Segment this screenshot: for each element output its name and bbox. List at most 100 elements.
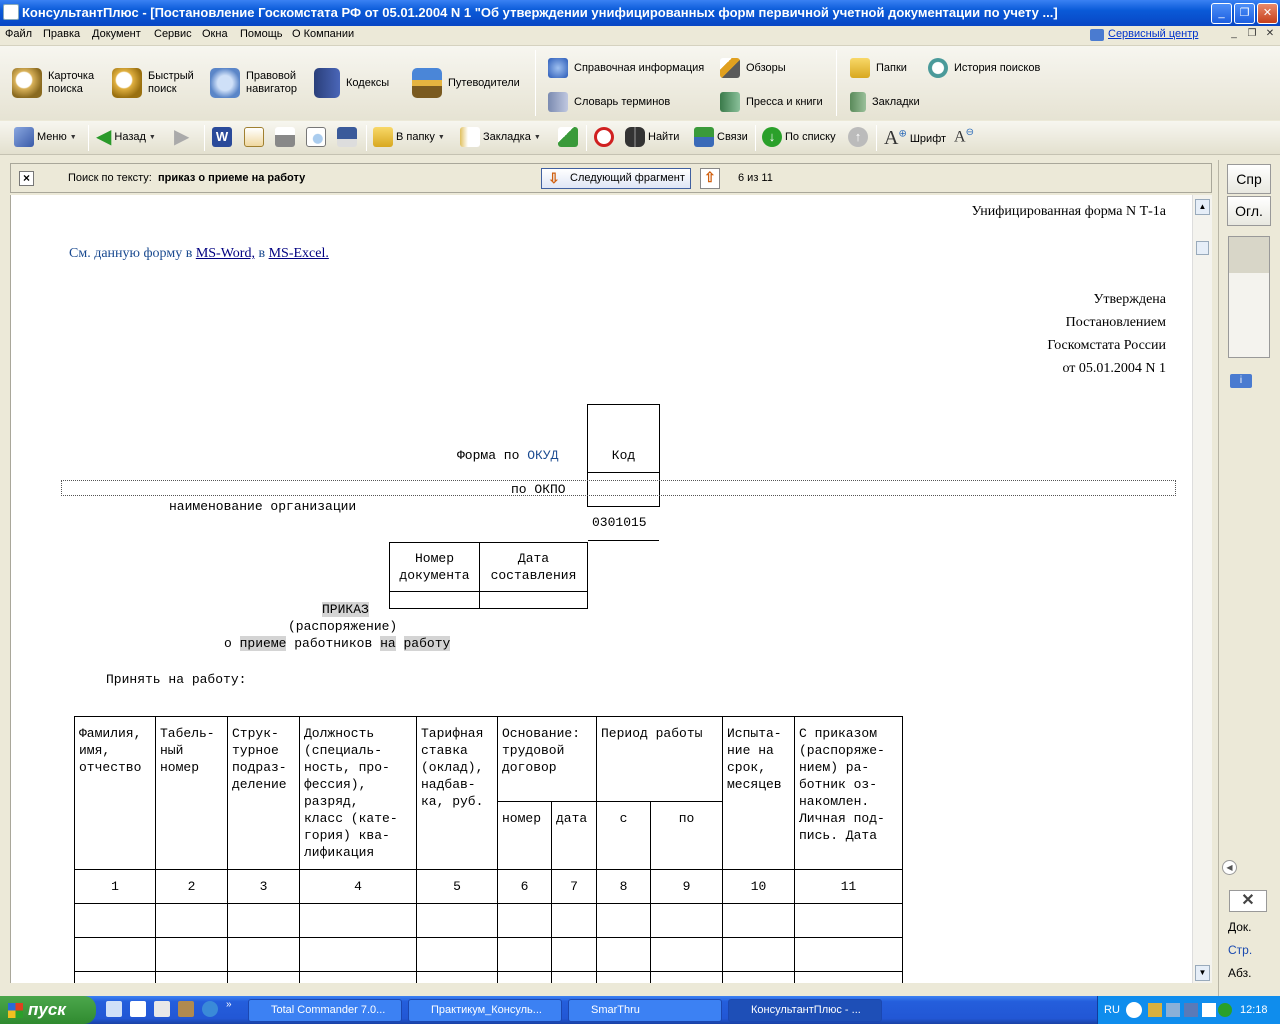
close-panel-button[interactable]: ✕ bbox=[1229, 890, 1267, 912]
card-search-button[interactable]: Карточка поиска bbox=[12, 68, 102, 98]
panel-scroll-area[interactable] bbox=[1228, 236, 1270, 358]
find-button[interactable]: Найти bbox=[625, 127, 679, 147]
paragraph-label[interactable]: Абз. bbox=[1228, 966, 1251, 980]
info-icon[interactable]: i bbox=[1230, 374, 1252, 388]
app-icon[interactable] bbox=[3, 4, 19, 20]
prohibit-icon bbox=[594, 127, 614, 147]
mdi-restore-button[interactable]: ❐ bbox=[1244, 28, 1260, 42]
mdi-close-button[interactable]: ✕ bbox=[1262, 28, 1278, 42]
quicklaunch-more-icon[interactable]: » bbox=[226, 999, 232, 1010]
minimize-button[interactable]: _ bbox=[1211, 3, 1232, 24]
menu-icon bbox=[14, 127, 34, 147]
service-center-link[interactable]: Сервисный центр bbox=[1108, 28, 1198, 40]
history-button[interactable]: История поисков bbox=[928, 58, 1040, 78]
signpost-icon bbox=[412, 68, 442, 98]
close-button[interactable]: ✕ bbox=[1257, 3, 1278, 24]
reviews-button[interactable]: Обзоры bbox=[720, 58, 786, 78]
email-button[interactable] bbox=[244, 127, 264, 147]
links-button[interactable]: Связи bbox=[694, 127, 748, 147]
save-button[interactable] bbox=[337, 127, 357, 147]
task-word-document[interactable]: Практикум_Консуль... bbox=[408, 999, 562, 1022]
arrow-down-icon: ⇩ bbox=[548, 170, 560, 186]
menu-button[interactable]: Меню ▼ bbox=[14, 127, 77, 147]
preview-button[interactable] bbox=[306, 127, 326, 147]
doc-date-cell[interactable] bbox=[479, 591, 588, 609]
ms-excel-link[interactable]: MS-Excel. bbox=[269, 246, 329, 261]
guides-button[interactable]: Путеводители bbox=[412, 68, 520, 98]
quicklaunch-browser-icon[interactable] bbox=[202, 1001, 218, 1017]
to-folder-button[interactable]: В папку ▼ bbox=[373, 127, 445, 147]
word-icon: W bbox=[212, 127, 232, 147]
forward-button[interactable]: ▶ bbox=[174, 127, 189, 147]
next-fragment-button[interactable]: ⇩ Следующий фрагмент bbox=[541, 168, 691, 189]
scroll-up-button[interactable]: ▲ bbox=[1195, 199, 1210, 215]
scroll-down-button[interactable]: ▼ bbox=[1195, 965, 1210, 981]
by-list-button[interactable]: ↓ По списку bbox=[762, 127, 836, 147]
bookmarks-button[interactable]: Закладки bbox=[850, 92, 920, 112]
language-indicator[interactable]: RU bbox=[1104, 996, 1120, 1024]
glossary-button[interactable]: Словарь терминов bbox=[548, 92, 670, 112]
doc-number-cell[interactable] bbox=[389, 591, 480, 609]
tray-icon-1[interactable] bbox=[1148, 1003, 1162, 1017]
export-word-button[interactable]: W bbox=[212, 127, 232, 147]
menu-windows[interactable]: Окна bbox=[202, 28, 228, 40]
table-row[interactable] bbox=[74, 971, 903, 983]
window-title: КонсультантПлюс - [Постановление Госкомс… bbox=[22, 5, 1058, 20]
tray-icon-5[interactable] bbox=[1218, 1003, 1232, 1017]
quicklaunch-ie-icon[interactable] bbox=[106, 1001, 122, 1017]
up-list-button[interactable]: ↑ bbox=[848, 127, 868, 147]
menu-service[interactable]: Сервис bbox=[154, 28, 192, 40]
tab-reference[interactable]: Спр bbox=[1227, 164, 1271, 194]
task-total-commander[interactable]: Total Commander 7.0... bbox=[248, 999, 402, 1022]
vertical-scrollbar[interactable]: ▲ ▼ bbox=[1192, 195, 1212, 983]
quicklaunch-app-icon[interactable] bbox=[178, 1001, 194, 1017]
maximize-button[interactable]: ❐ bbox=[1234, 3, 1255, 24]
mdi-minimize-button[interactable]: _ bbox=[1226, 28, 1242, 42]
start-button[interactable]: пуск bbox=[0, 996, 96, 1024]
legal-navigator-button[interactable]: Правовой навигатор bbox=[210, 68, 302, 98]
menu-file[interactable]: Файл bbox=[5, 28, 32, 40]
doc-label[interactable]: Док. bbox=[1228, 920, 1252, 934]
quicklaunch-explorer-icon[interactable] bbox=[130, 1001, 146, 1017]
toolbar-separator bbox=[88, 125, 89, 151]
font-increase-button[interactable]: A⊕ Шрифт bbox=[884, 127, 946, 150]
edition-button[interactable] bbox=[558, 127, 578, 147]
menu-edit[interactable]: Правка bbox=[43, 28, 80, 40]
table-row[interactable] bbox=[74, 903, 903, 938]
okud-code: 0301015 bbox=[588, 507, 659, 541]
document-view[interactable]: Унифицированная форма N Т-1а См. данную … bbox=[10, 195, 1192, 983]
quick-search-button[interactable]: Быстрый поиск bbox=[112, 68, 198, 98]
org-name-caption: наименование организации bbox=[169, 499, 357, 514]
font-decrease-button[interactable]: A⊖ bbox=[954, 127, 974, 146]
collapse-panel-icon[interactable]: ◀ bbox=[1222, 860, 1237, 875]
task-consultant-plus[interactable]: КонсультантПлюс - ... bbox=[728, 999, 882, 1022]
menu-document[interactable]: Документ bbox=[92, 28, 141, 40]
folders-button[interactable]: Папки bbox=[850, 58, 907, 78]
back-button[interactable]: ◀ Назад ▼ bbox=[96, 127, 156, 147]
menu-help[interactable]: Помощь bbox=[240, 28, 283, 40]
previous-fragment-button[interactable]: ⇧ bbox=[700, 168, 720, 189]
quicklaunch-desktop-icon[interactable] bbox=[154, 1001, 170, 1017]
bookmark-button[interactable]: Закладка ▼ bbox=[460, 127, 541, 147]
press-button[interactable]: Пресса и книги bbox=[720, 92, 823, 112]
organization-name-field[interactable] bbox=[61, 480, 1176, 496]
reference-button[interactable]: Справочная информация bbox=[548, 58, 704, 78]
toolbar-separator bbox=[204, 125, 205, 151]
close-search-button[interactable]: × bbox=[19, 171, 34, 186]
tray-icon-3[interactable] bbox=[1184, 1003, 1198, 1017]
clear-button[interactable] bbox=[594, 127, 614, 147]
codes-button[interactable]: Кодексы bbox=[314, 68, 389, 98]
scroll-thumb[interactable] bbox=[1196, 241, 1209, 255]
ms-word-link[interactable]: MS-Word, bbox=[196, 246, 255, 261]
pen-icon bbox=[720, 58, 740, 78]
tab-contents[interactable]: Огл. bbox=[1227, 196, 1271, 226]
document-toolbar: Меню ▼ ◀ Назад ▼ ▶ W В папку ▼ Закладка ▼ На… bbox=[0, 121, 1280, 155]
menu-about[interactable]: О Компании bbox=[292, 28, 354, 40]
task-smarthru[interactable]: SmarThru bbox=[568, 999, 722, 1022]
page-label[interactable]: Стр. bbox=[1228, 943, 1252, 957]
tray-collapse-icon[interactable] bbox=[1126, 1002, 1142, 1018]
print-button[interactable] bbox=[275, 127, 295, 147]
tray-icon-4[interactable] bbox=[1202, 1003, 1216, 1017]
table-row[interactable] bbox=[74, 937, 903, 972]
tray-icon-2[interactable] bbox=[1166, 1003, 1180, 1017]
